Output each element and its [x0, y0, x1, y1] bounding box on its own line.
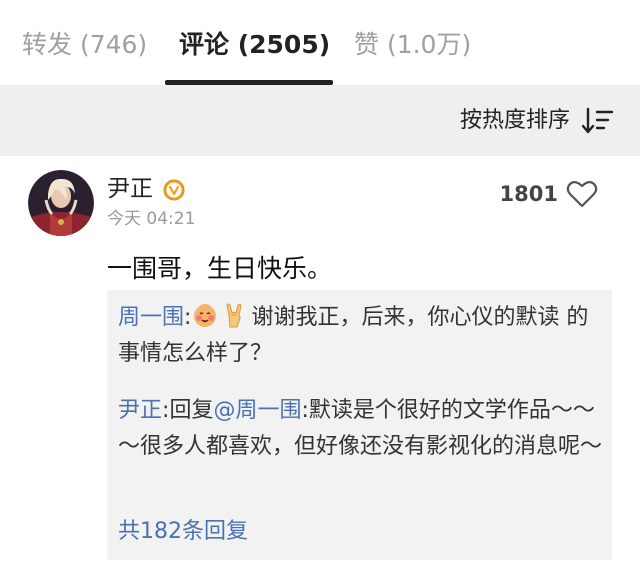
rock-hand-emoji-icon — [226, 303, 242, 328]
comment-timestamp: 今天 04:21 — [107, 209, 196, 229]
sort-icon[interactable] — [582, 105, 614, 137]
reply-separator: : — [301, 398, 309, 423]
comment-username[interactable]: 尹正 — [107, 174, 153, 204]
avatar[interactable] — [28, 170, 94, 236]
reply-separator: : — [184, 305, 192, 330]
reply-item: 尹正:回复@周一围:默读是个很好的文学作品～～～很多人都喜欢，但好像还没有影视化… — [118, 393, 603, 465]
blushing-face-emoji-icon — [194, 304, 217, 327]
active-tab-indicator — [165, 80, 333, 85]
view-all-replies-link[interactable]: 共182条回复 — [118, 516, 248, 548]
like-count: 1801 — [499, 182, 558, 206]
reply-box: 周一围: 谢谢我正，后来，你心仪的默读 的事情怎么样了？ 尹正:回复@周一围:默… — [107, 290, 612, 560]
comment-text: 一围哥，生日快乐。 — [107, 254, 333, 283]
reply-word: 回复 — [169, 398, 214, 423]
reply-author-link[interactable]: 尹正 — [118, 398, 162, 423]
sort-by-hot-button[interactable]: 按热度排序 — [460, 106, 570, 136]
tab-bar: 转发 (746) 评论 (2505) 赞 (1.0万) — [0, 0, 640, 86]
mention-link[interactable]: @周一围 — [213, 398, 301, 423]
heart-icon[interactable] — [566, 179, 598, 209]
sort-bar: 按热度排序 — [0, 86, 640, 156]
reply-item: 周一围: 谢谢我正，后来，你心仪的默读 的事情怎么样了？ — [118, 300, 603, 372]
verified-badge-icon — [163, 179, 185, 201]
reply-author-link[interactable]: 周一围 — [118, 305, 184, 330]
tab-likes[interactable]: 赞 (1.0万) — [354, 28, 471, 62]
tab-repost[interactable]: 转发 (746) — [22, 28, 147, 62]
tab-comments[interactable]: 评论 (2505) — [179, 28, 330, 62]
